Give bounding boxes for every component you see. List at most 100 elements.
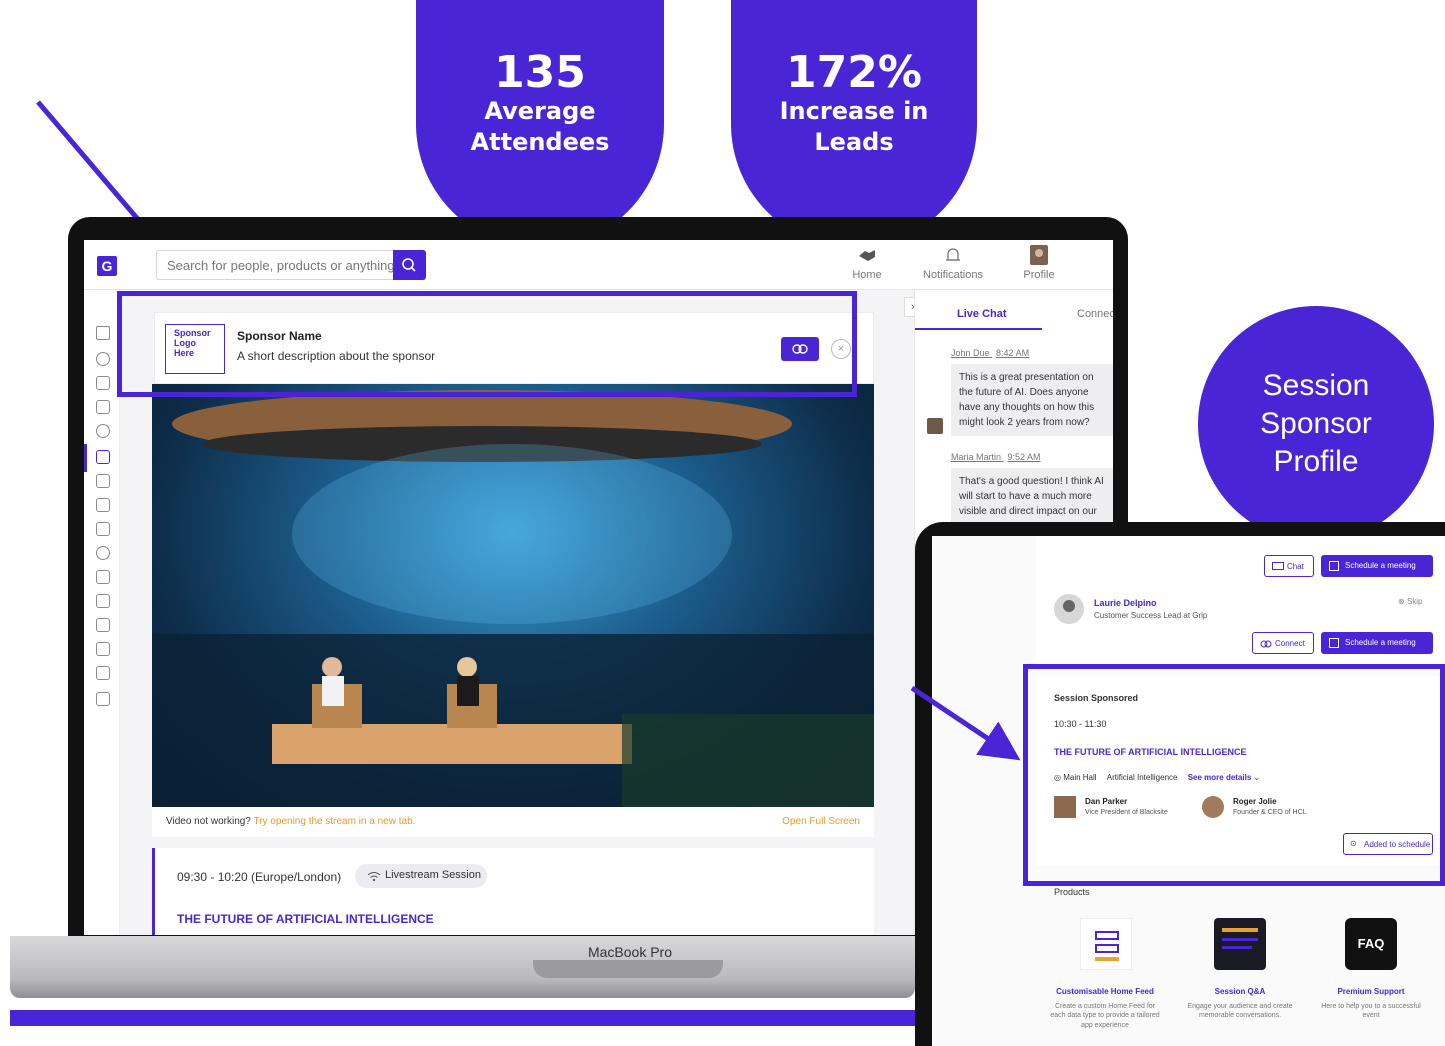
close-circle-icon: ⊗ xyxy=(1398,597,1407,606)
callout-line3: Profile xyxy=(1273,445,1359,479)
product-name[interactable]: Customisable Home Feed xyxy=(1040,987,1170,996)
handshake-icon xyxy=(1260,640,1272,648)
external-link-icon[interactable] xyxy=(96,692,110,706)
cube-icon[interactable] xyxy=(96,666,110,680)
product-name[interactable]: Premium Support xyxy=(1306,987,1436,996)
stat-label-line2: Attendees xyxy=(470,128,610,157)
product-description: Engage your audience and create memorabl… xyxy=(1187,1003,1293,1020)
close-circle-icon[interactable] xyxy=(96,424,110,438)
tab-connections[interactable]: Connec xyxy=(1077,308,1113,320)
map-icon[interactable] xyxy=(96,522,110,536)
connect-button-label: Connect xyxy=(1275,639,1305,648)
faq-icon[interactable]: FAQ xyxy=(1345,918,1397,970)
handshake-icon[interactable] xyxy=(96,546,110,560)
nav-home[interactable]: Home xyxy=(832,244,902,281)
stat-label-line1: Average xyxy=(484,96,596,125)
products-heading: Products xyxy=(1054,887,1090,897)
wifi-icon xyxy=(367,872,381,882)
laptop-notch xyxy=(533,960,723,978)
chat-author: Maria Martin 9:52 AM xyxy=(951,452,1041,462)
chat-message: This is a great presentation on the futu… xyxy=(951,364,1113,436)
chat-button[interactable]: Chat xyxy=(1264,555,1314,577)
product-name[interactable]: Session Q&A xyxy=(1175,987,1305,996)
smiley-icon[interactable] xyxy=(96,352,110,366)
bell-icon xyxy=(946,248,960,261)
highlight-session-sponsored xyxy=(1023,664,1445,886)
chat-author-name[interactable]: Maria Martin xyxy=(951,452,1001,462)
search-icon xyxy=(402,258,416,272)
top-bar: G Search for people, products or anythin… xyxy=(84,240,1113,290)
skip-button[interactable]: ⊗ Skip xyxy=(1398,597,1423,606)
session-time: 09:30 - 10:20 (Europe/London) xyxy=(177,870,342,884)
session-card: 09:30 - 10:20 (Europe/London) Livestream… xyxy=(152,848,874,935)
home-feed-icon[interactable] xyxy=(1080,918,1132,970)
schedule-meeting-button[interactable]: Schedule a meeting xyxy=(1321,555,1433,577)
avatar[interactable] xyxy=(927,418,943,434)
chat-message: That's a good question! I think AI will … xyxy=(951,468,1113,526)
stat-label-line1: Increase in xyxy=(779,96,929,125)
agenda-icon[interactable] xyxy=(96,498,110,512)
stage-scene-image xyxy=(152,390,874,807)
star-icon[interactable] xyxy=(96,326,110,340)
active-tab-underline xyxy=(915,328,1042,330)
stat-bubble-leads: 172% Increase in Leads xyxy=(731,0,977,248)
avatar xyxy=(1030,245,1048,265)
laptop-base xyxy=(10,936,915,998)
schedule-meeting-label: Schedule a meeting xyxy=(1345,638,1416,647)
clipboard-icon[interactable] xyxy=(96,618,110,632)
person-role: Customer Success Lead at Grip xyxy=(1094,611,1208,620)
bag-icon[interactable] xyxy=(96,642,110,656)
calendar-icon[interactable] xyxy=(96,450,110,464)
callout-line1: Session xyxy=(1262,368,1370,402)
chat-time: 8:42 AM xyxy=(996,348,1030,358)
schedule-meeting-button[interactable]: Schedule a meeting xyxy=(1321,632,1433,654)
rail-active-indicator xyxy=(84,444,87,472)
stat-value: 135 xyxy=(494,46,586,98)
laptop-brand-label: MacBook Pro xyxy=(587,944,673,960)
stat-value: 172% xyxy=(786,46,922,98)
nav-notifications[interactable]: Notifications xyxy=(918,244,988,281)
session-qa-icon[interactable] xyxy=(1214,918,1266,970)
search-input[interactable]: Search for people, products or anything? xyxy=(156,250,426,280)
group-icon[interactable] xyxy=(96,570,110,584)
livestream-badge: Livestream Session xyxy=(355,864,487,888)
chat-author-name[interactable]: John Due xyxy=(951,348,990,358)
product-description: Create a custom Home Feed for each data … xyxy=(1050,1003,1160,1029)
people-icon[interactable] xyxy=(96,376,110,390)
avatar[interactable] xyxy=(1054,594,1084,624)
faq-icon-label: FAQ xyxy=(1357,936,1385,951)
person-name[interactable]: Laurie Delpino xyxy=(1094,598,1157,608)
highlight-sponsor-card xyxy=(117,291,857,397)
session-title[interactable]: THE FUTURE OF ARTIFICIAL INTELLIGENCE xyxy=(177,912,434,926)
livestream-badge-label: Livestream Session xyxy=(385,869,481,881)
callout-line2: Sponsor xyxy=(1260,406,1372,440)
full-screen-link[interactable]: Open Full Screen xyxy=(782,816,860,827)
megaphone-icon[interactable] xyxy=(96,594,110,608)
stat-bubble-attendees: 135 Average Attendees xyxy=(416,0,664,248)
stat-label-line2: Leads xyxy=(814,128,894,157)
nav-notifications-label: Notifications xyxy=(923,269,983,281)
calendar-icon xyxy=(1329,638,1339,648)
product-description: Here to help you to a successful event xyxy=(1321,1003,1421,1020)
nav-home-label: Home xyxy=(852,269,882,281)
side-rail xyxy=(84,290,120,935)
video-help-text: Video not working? xyxy=(166,816,251,827)
app-logo[interactable]: G xyxy=(97,256,117,276)
pointer-arrow-icon xyxy=(910,685,1021,761)
livestream-video[interactable] xyxy=(152,384,874,807)
video-caption: Video not working? Try opening the strea… xyxy=(152,807,874,837)
tab-live-chat[interactable]: Live Chat xyxy=(957,308,1007,320)
building-icon[interactable] xyxy=(96,474,110,488)
chat-button-label: Chat xyxy=(1287,562,1304,571)
nav-profile[interactable]: Profile xyxy=(1004,244,1074,281)
schedule-meeting-label: Schedule a meeting xyxy=(1345,561,1416,570)
thumbs-up-icon[interactable] xyxy=(96,400,110,414)
connect-button[interactable]: Connect xyxy=(1252,632,1314,654)
chat-time: 9:52 AM xyxy=(1007,452,1041,462)
callout-bubble: Session Sponsor Profile xyxy=(1198,306,1434,542)
search-button[interactable] xyxy=(393,250,426,280)
skip-label: Skip xyxy=(1406,597,1423,606)
handshake-icon xyxy=(859,250,875,261)
open-stream-link[interactable]: Try opening the stream in a new tab. xyxy=(253,816,415,827)
chat-icon xyxy=(1272,562,1284,570)
